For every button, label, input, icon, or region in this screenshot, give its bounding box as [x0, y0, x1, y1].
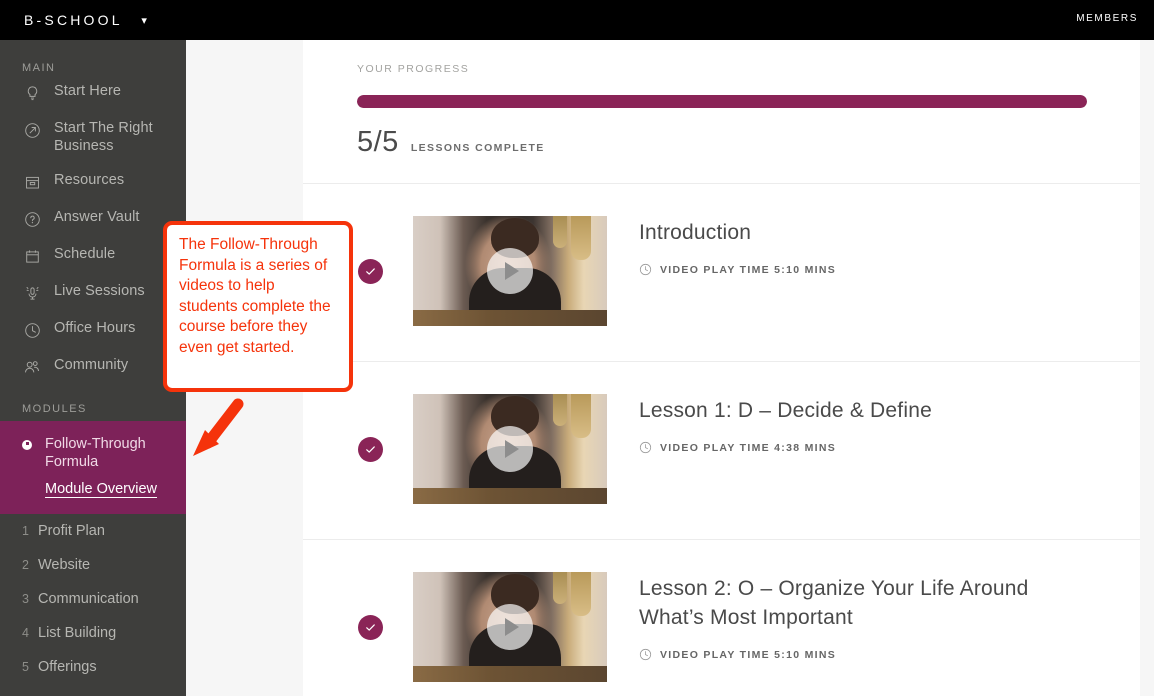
lesson-list: Introduction VIDEO PLAY TIME 5:10 MINS L…	[303, 183, 1140, 696]
brand-menu[interactable]: B-SCHOOL ▾	[24, 12, 150, 28]
sidebar-item-label: Start The Right Business	[54, 120, 153, 154]
check-circle-icon	[358, 615, 383, 640]
thumbnail-decor	[571, 216, 591, 260]
lesson-info: Lesson 2: O – Organize Your Life Around …	[639, 572, 1140, 661]
progress-count: 5/5	[357, 126, 399, 158]
sidebar-item-label: Resources	[54, 172, 125, 188]
module-label: Communication	[38, 591, 139, 607]
check-circle-icon	[358, 437, 383, 462]
sidebar-module-offerings[interactable]: 5 Offerings	[0, 650, 186, 684]
progress-count-label: LESSONS COMPLETE	[410, 142, 545, 154]
members-link[interactable]: MEMBERS	[1076, 13, 1138, 24]
microphone-icon	[22, 283, 42, 303]
annotation-callout-text: The Follow-Through Formula is a series o…	[179, 236, 331, 356]
progress-section: YOUR PROGRESS 5/5 LESSONS COMPLETE	[357, 63, 1087, 159]
progress-bar-fill	[357, 95, 1087, 108]
thumbnail-decor	[553, 572, 567, 604]
people-icon	[22, 357, 42, 377]
sidebar-item-label: Start Here	[54, 83, 122, 99]
active-module-label: Follow-Through Formula	[45, 436, 146, 470]
progress-bar	[357, 95, 1087, 108]
sidebar-module-profit-plan[interactable]: 1 Profit Plan	[0, 514, 186, 548]
module-number: 2	[22, 558, 29, 572]
sidebar-item-answer-vault[interactable]: Answer Vault	[0, 200, 186, 237]
sidebar-module-list-building[interactable]: 4 List Building	[0, 616, 186, 650]
sidebar-item-label: Schedule	[54, 246, 116, 262]
thumbnail-decor	[553, 394, 567, 426]
annotation-callout: The Follow-Through Formula is a series o…	[163, 221, 353, 392]
progress-count-row: 5/5 LESSONS COMPLETE	[357, 126, 1087, 159]
lesson-title: Lesson 2: O – Organize Your Life Around …	[639, 577, 1029, 629]
lesson-duration: VIDEO PLAY TIME 5:10 MINS	[660, 263, 837, 276]
sidebar-module-active-follow-through-formula[interactable]: Follow-Through Formula Module Overview	[0, 421, 186, 514]
lesson-duration: VIDEO PLAY TIME 5:10 MINS	[660, 648, 837, 661]
thumbnail-decor	[571, 394, 591, 438]
active-module-head: Follow-Through Formula	[22, 435, 174, 471]
calendar-icon	[22, 246, 42, 266]
sidebar: MAIN Start Here Start The Right Business	[0, 40, 186, 696]
sidebar-module-communication[interactable]: 3 Communication	[0, 582, 186, 616]
thumbnail-decor	[413, 310, 607, 326]
sidebar-section-modules-title: MODULES	[22, 403, 87, 415]
lesson-thumbnail[interactable]	[413, 572, 607, 682]
lightbulb-icon	[22, 83, 42, 103]
sidebar-item-label: Community	[54, 357, 129, 373]
lesson-info: Lesson 1: D – Decide & Define VIDEO PLAY…	[639, 394, 1140, 454]
lesson-row[interactable]: Introduction VIDEO PLAY TIME 5:10 MINS	[303, 183, 1140, 361]
lesson-thumbnail[interactable]	[413, 394, 607, 504]
archive-box-icon	[22, 172, 42, 192]
lesson-thumbnail[interactable]	[413, 216, 607, 326]
play-icon[interactable]	[487, 248, 533, 294]
clock-icon	[22, 320, 42, 340]
lesson-meta: VIDEO PLAY TIME 5:10 MINS	[639, 263, 1080, 276]
lesson-title: Lesson 1: D – Decide & Define	[639, 399, 932, 422]
module-label: Website	[38, 557, 91, 573]
sidebar-module-website[interactable]: 2 Website	[0, 548, 186, 582]
module-label: Offerings	[38, 659, 97, 675]
lesson-meta: VIDEO PLAY TIME 5:10 MINS	[639, 648, 1080, 661]
sidebar-item-schedule[interactable]: Schedule	[0, 237, 186, 274]
lesson-row[interactable]: Lesson 1: D – Decide & Define VIDEO PLAY…	[303, 361, 1140, 539]
thumbnail-decor	[553, 216, 567, 248]
clock-icon	[639, 648, 652, 661]
lesson-title: Introduction	[639, 221, 752, 244]
chevron-down-icon[interactable]: ▾	[141, 14, 150, 27]
thumbnail-decor	[413, 666, 607, 682]
module-number: 3	[22, 592, 29, 606]
lesson-info: Introduction VIDEO PLAY TIME 5:10 MINS	[639, 216, 1140, 276]
clock-icon	[639, 441, 652, 454]
sidebar-item-live-sessions[interactable]: Live Sessions	[0, 274, 186, 311]
lesson-duration: VIDEO PLAY TIME 4:38 MINS	[660, 441, 837, 454]
sidebar-item-community[interactable]: Community	[0, 348, 186, 385]
module-number: 1	[22, 524, 29, 538]
thumbnail-decor	[413, 488, 607, 504]
active-dot-icon	[22, 440, 32, 450]
check-circle-icon	[358, 259, 383, 284]
sidebar-item-office-hours[interactable]: Office Hours	[0, 311, 186, 348]
sidebar-section-main-title: MAIN	[22, 62, 56, 74]
module-number: 4	[22, 626, 29, 640]
thumbnail-decor	[571, 572, 591, 616]
lesson-meta: VIDEO PLAY TIME 4:38 MINS	[639, 441, 1080, 454]
sidebar-item-label: Office Hours	[54, 320, 136, 336]
module-overview-link[interactable]: Module Overview	[45, 481, 157, 497]
sidebar-item-label: Live Sessions	[54, 283, 145, 299]
lesson-row[interactable]: Lesson 2: O – Organize Your Life Around …	[303, 539, 1140, 696]
app-root: B-SCHOOL ▾ MEMBERS MAIN Start Here Start…	[0, 0, 1154, 696]
sidebar-item-start-the-right-business[interactable]: Start The Right Business	[0, 111, 186, 163]
arrow-up-right-circle-icon	[22, 120, 42, 140]
play-icon[interactable]	[487, 426, 533, 472]
sidebar-item-label: Answer Vault	[54, 209, 140, 225]
question-circle-icon	[22, 209, 42, 229]
module-label: Profit Plan	[38, 523, 105, 539]
sidebar-item-resources[interactable]: Resources	[0, 163, 186, 200]
top-bar: B-SCHOOL ▾ MEMBERS	[0, 0, 1154, 40]
sidebar-item-start-here[interactable]: Start Here	[0, 74, 186, 111]
module-number: 5	[22, 660, 29, 674]
brand-label: B-SCHOOL	[24, 12, 123, 28]
module-label: List Building	[38, 625, 117, 641]
clock-icon	[639, 263, 652, 276]
play-icon[interactable]	[487, 604, 533, 650]
progress-heading: YOUR PROGRESS	[357, 63, 470, 75]
